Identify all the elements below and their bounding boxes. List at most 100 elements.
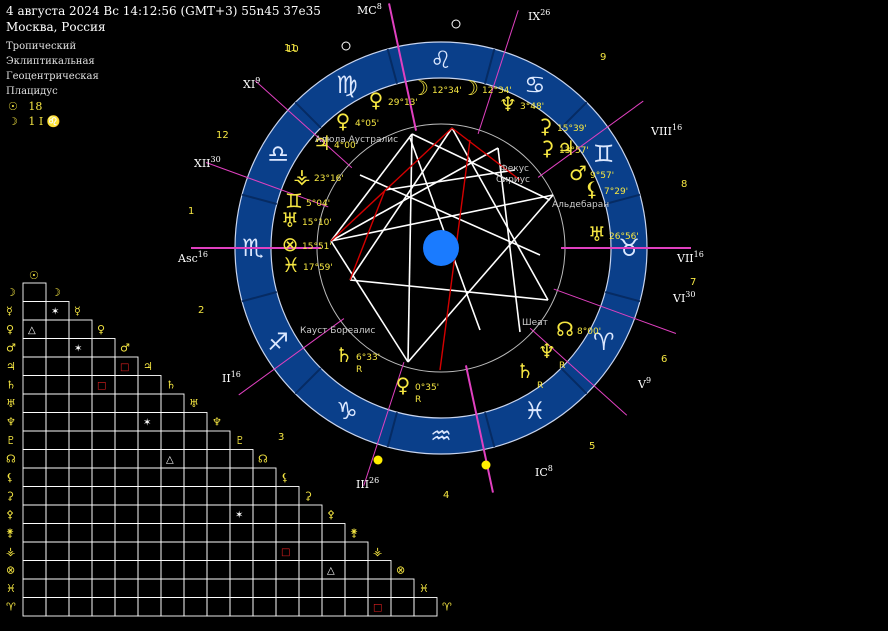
grid-cell — [68, 430, 93, 450]
grid-row-glyph: ☽ — [6, 286, 16, 299]
grid-cell — [45, 449, 70, 469]
grid-diagonal-glyph: ☽ — [51, 286, 61, 299]
grid-row-glyph: ⚴ — [6, 508, 14, 521]
grid-aspect-mark: △ — [28, 325, 36, 336]
grid-cell — [275, 560, 300, 580]
grid-cell — [22, 356, 47, 376]
grid-cell — [68, 523, 93, 543]
grid-cell — [160, 523, 185, 543]
grid-cell — [275, 523, 300, 543]
grid-cell — [114, 486, 139, 506]
grid-cell — [183, 449, 208, 469]
grid-row-glyph: ♄ — [6, 379, 16, 392]
grid-diagonal-glyph: ⚵ — [350, 527, 358, 540]
chart-location: Москва, Россия — [6, 20, 106, 34]
grid-cell — [22, 449, 47, 469]
grid-cell — [160, 597, 185, 617]
grid-row-glyph: ⚸ — [6, 471, 14, 484]
grid-cell — [206, 504, 231, 524]
grid-cell — [413, 597, 438, 617]
grid-cell — [68, 375, 93, 395]
grid-cell — [22, 412, 47, 432]
grid-cell — [206, 578, 231, 598]
grid-cell — [252, 504, 277, 524]
grid-cell — [229, 541, 254, 561]
grid-cell — [91, 467, 116, 487]
grid-cell — [183, 597, 208, 617]
grid-cell — [68, 541, 93, 561]
grid-cell — [298, 504, 323, 524]
grid-cell — [68, 412, 93, 432]
grid-cell — [91, 486, 116, 506]
grid-cell — [229, 560, 254, 580]
grid-cell — [137, 597, 162, 617]
grid-cell — [160, 467, 185, 487]
sun-stat-value: 18 — [28, 100, 43, 113]
grid-cell — [321, 597, 346, 617]
grid-aspect-mark: □ — [373, 603, 382, 614]
grid-cell — [45, 375, 70, 395]
grid-cell — [183, 412, 208, 432]
grid-cell — [206, 541, 231, 561]
moon-stat-value: 1 I ♌ — [28, 115, 61, 128]
grid-cell — [183, 430, 208, 450]
grid-cell — [91, 338, 116, 358]
grid-cell — [229, 578, 254, 598]
grid-cell — [114, 449, 139, 469]
grid-cell — [22, 393, 47, 413]
grid-cell — [22, 430, 47, 450]
grid-cell — [229, 486, 254, 506]
grid-cell — [68, 467, 93, 487]
sun-stat: ☉ 18 — [8, 100, 42, 113]
grid-cell — [68, 504, 93, 524]
grid-cell — [183, 541, 208, 561]
grid-cell — [22, 467, 47, 487]
grid-cell — [91, 504, 116, 524]
chart-date-line: 4 августа 2024 Вс 14:12:56 (GMT+3) 55n45… — [6, 4, 321, 18]
grid-aspect-mark: △ — [327, 566, 335, 577]
grid-cell — [298, 523, 323, 543]
grid-diagonal-glyph: ♓ — [419, 582, 429, 595]
grid-aspect-mark: ✶ — [143, 418, 151, 429]
grid-cell — [160, 578, 185, 598]
option-coordinates: Эклиптикальная — [6, 56, 95, 67]
grid-cell — [252, 541, 277, 561]
grid-cell — [68, 319, 93, 339]
grid-cell — [183, 504, 208, 524]
grid-cell — [22, 541, 47, 561]
grid-cell — [22, 301, 47, 321]
grid-cell — [367, 560, 392, 580]
grid-cell — [390, 578, 415, 598]
grid-cell — [137, 467, 162, 487]
grid-row-glyph: ⊗ — [6, 564, 15, 577]
grid-aspect-mark: ✶ — [74, 344, 82, 355]
grid-cell — [137, 541, 162, 561]
grid-aspect-mark: △ — [166, 455, 174, 466]
grid-cell — [91, 523, 116, 543]
grid-row-glyph: ♓ — [6, 582, 16, 595]
grid-cell — [206, 449, 231, 469]
grid-cell — [22, 282, 47, 302]
grid-cell — [229, 597, 254, 617]
grid-cell — [22, 523, 47, 543]
grid-cell — [68, 393, 93, 413]
grid-cell — [114, 504, 139, 524]
grid-row-glyph: ♀ — [6, 323, 14, 336]
grid-aspect-mark: □ — [120, 362, 129, 373]
grid-row-glyph: ♃ — [6, 360, 16, 373]
moon-icon: ☽ — [8, 115, 18, 128]
grid-cell — [22, 486, 47, 506]
grid-row-glyph: ⚶ — [6, 545, 15, 558]
grid-cell — [45, 560, 70, 580]
grid-cell — [252, 560, 277, 580]
grid-cell — [229, 467, 254, 487]
grid-diagonal-glyph: ⊗ — [396, 564, 405, 577]
grid-row-glyph: ♇ — [6, 434, 16, 447]
grid-cell — [45, 338, 70, 358]
grid-cell — [206, 597, 231, 617]
grid-cell — [137, 449, 162, 469]
grid-cell — [114, 430, 139, 450]
grid-cell — [45, 504, 70, 524]
grid-cell — [45, 467, 70, 487]
grid-cell — [275, 597, 300, 617]
